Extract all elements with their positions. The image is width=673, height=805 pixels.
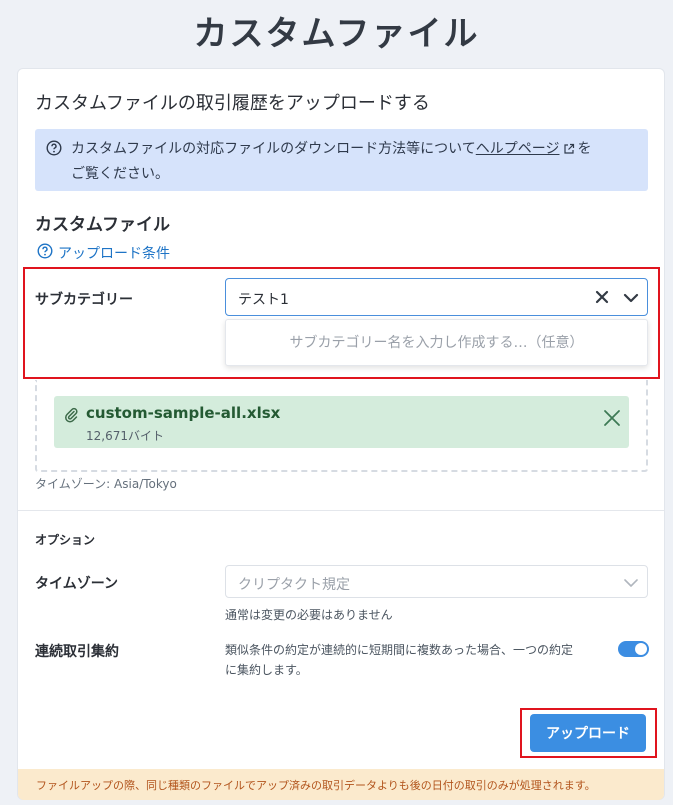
timezone-label: タイムゾーン [35,576,119,592]
consolidate-desc-line2: に集約します。 [225,663,308,677]
paperclip-icon [64,407,78,427]
subcategory-value: テスト1 [238,292,289,308]
subcategory-dropdown [225,319,648,366]
toggle-knob [635,643,647,655]
timezone-help: 通常は変更の必要はありません [225,608,393,622]
remove-file-icon[interactable] [603,409,621,431]
upload-button[interactable]: アップロード [530,714,646,752]
subcategory-select[interactable]: テスト1 [225,278,648,316]
help-circle-icon [46,140,62,164]
new-subcategory-input[interactable] [226,320,647,365]
chevron-down-icon[interactable] [623,575,639,594]
help-page-link[interactable]: ヘルプページ [476,141,560,157]
info-text: カスタムファイルの対応ファイルのダウンロード方法等について [71,141,476,157]
info-text-after: を [577,141,592,157]
card-title: カスタムファイルの取引履歴をアップロードする [35,93,430,114]
timezone-select[interactable]: クリプタクト規定 [225,565,648,598]
options-title: オプション [35,533,96,547]
file-size: 12,671バイト [86,429,164,443]
info-banner: カスタムファイルの対応ファイルのダウンロード方法等についてヘルプページ を ご覧く… [35,129,648,191]
consolidate-toggle[interactable] [618,641,649,657]
upload-conditions-link[interactable]: アップロード条件 [37,243,170,263]
consolidate-desc-line1: 類似条件の約定が連続的に短期間に複数あった場合、一つの約定 [225,643,574,657]
chevron-down-icon[interactable] [623,290,639,309]
timezone-placeholder: クリプタクト規定 [238,577,350,593]
divider [18,510,664,511]
timezone-note: タイムゾーン: Asia/Tokyo [35,477,177,491]
consolidate-label: 連続取引集約 [35,644,119,660]
footer-note: ファイルアップの際、同じ種類のファイルでアップ済みの取引データよりも後の日付の取… [18,769,664,800]
external-link-icon[interactable] [563,140,575,163]
upload-conditions-label: アップロード条件 [58,246,170,262]
consolidate-description: 類似条件の約定が連続的に短期間に複数あった場合、一つの約定 に集約します。 [225,640,605,680]
clear-icon[interactable] [595,289,609,308]
subcategory-label: サブカテゴリー [35,292,133,308]
page-title: カスタムファイル [193,14,480,54]
upload-card: カスタムファイルの取引履歴をアップロードする カスタムファイルの対応ファイルのダ… [17,68,665,800]
file-name: custom-sample-all.xlsx [86,404,281,422]
info-text-line2: ご覧ください。 [71,166,169,182]
custom-file-section-title: カスタムファイル [35,215,170,235]
help-circle-icon [37,243,53,263]
uploaded-file-item: custom-sample-all.xlsx 12,671バイト [54,396,629,448]
